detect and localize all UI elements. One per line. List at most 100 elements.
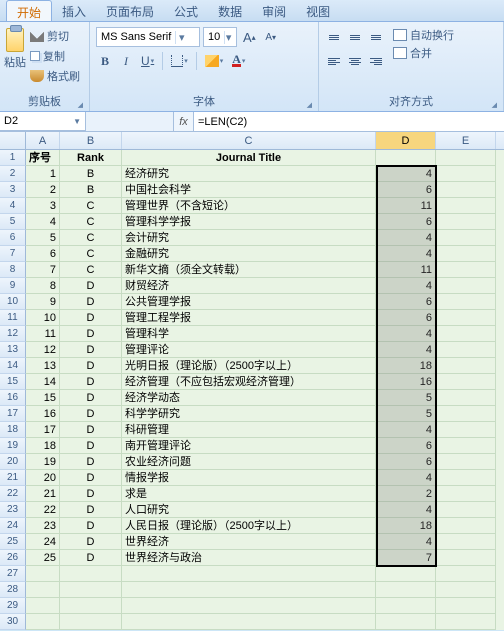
cell[interactable] <box>60 566 122 582</box>
decrease-font-button[interactable]: A▾ <box>262 27 280 47</box>
cell[interactable]: 南开管理评论 <box>122 438 376 454</box>
cell[interactable]: 经济研究 <box>122 166 376 182</box>
cell[interactable]: 4 <box>376 246 436 262</box>
cell[interactable]: 11 <box>376 198 436 214</box>
cell[interactable]: 金融研究 <box>122 246 376 262</box>
row-header[interactable]: 15 <box>0 374 26 390</box>
cell[interactable]: Journal Title <box>122 150 376 166</box>
cell[interactable]: 6 <box>376 454 436 470</box>
row-header[interactable]: 26 <box>0 550 26 566</box>
cell[interactable]: 5 <box>376 390 436 406</box>
row-header[interactable]: 20 <box>0 454 26 470</box>
cell[interactable]: 4 <box>376 502 436 518</box>
cell[interactable] <box>122 566 376 582</box>
cell[interactable]: D <box>60 358 122 374</box>
cell[interactable]: D <box>60 550 122 566</box>
cell[interactable]: 11 <box>26 326 60 342</box>
cell[interactable]: 23 <box>26 518 60 534</box>
row-header[interactable]: 23 <box>0 502 26 518</box>
cell[interactable]: 2 <box>376 486 436 502</box>
font-color-button[interactable]: A▾ <box>229 51 248 71</box>
cell[interactable]: D <box>60 326 122 342</box>
cell[interactable] <box>436 502 496 518</box>
tab-insert[interactable]: 插入 <box>52 0 96 21</box>
name-box[interactable]: D2▼ <box>0 112 86 131</box>
cell[interactable] <box>122 582 376 598</box>
row-header[interactable]: 8 <box>0 262 26 278</box>
cell[interactable]: 2 <box>26 182 60 198</box>
paste-button[interactable]: 粘贴 <box>4 54 26 70</box>
align-left-button[interactable] <box>325 51 343 71</box>
cell[interactable]: 6 <box>26 246 60 262</box>
row-header[interactable]: 10 <box>0 294 26 310</box>
cell[interactable] <box>436 198 496 214</box>
row-header[interactable]: 19 <box>0 438 26 454</box>
cell[interactable]: 13 <box>26 358 60 374</box>
cell[interactable]: 18 <box>376 518 436 534</box>
cell[interactable] <box>436 550 496 566</box>
col-header-a[interactable]: A <box>26 132 60 149</box>
cell[interactable]: 20 <box>26 470 60 486</box>
font-size-combo[interactable]: 10▾ <box>203 27 237 47</box>
cell[interactable] <box>436 374 496 390</box>
cell[interactable]: 情报学报 <box>122 470 376 486</box>
cell[interactable]: 16 <box>376 374 436 390</box>
cell[interactable] <box>60 598 122 614</box>
row-header[interactable]: 22 <box>0 486 26 502</box>
cell[interactable]: D <box>60 406 122 422</box>
underline-button[interactable]: U▾ <box>138 51 157 71</box>
cell[interactable] <box>436 598 496 614</box>
cell[interactable]: C <box>60 246 122 262</box>
cell[interactable] <box>436 582 496 598</box>
cell[interactable]: 求是 <box>122 486 376 502</box>
cell[interactable]: 4 <box>26 214 60 230</box>
cell[interactable] <box>376 614 436 630</box>
cell[interactable]: 财贸经济 <box>122 278 376 294</box>
cell[interactable]: 新华文摘（须全文转载） <box>122 262 376 278</box>
cell[interactable] <box>122 614 376 630</box>
cell[interactable] <box>436 150 496 166</box>
cell[interactable]: 7 <box>26 262 60 278</box>
cell[interactable] <box>436 326 496 342</box>
merge-button[interactable]: 合并 <box>393 45 454 61</box>
cell[interactable]: 15 <box>26 390 60 406</box>
cell[interactable]: 7 <box>376 550 436 566</box>
cell[interactable]: 24 <box>26 534 60 550</box>
cell[interactable]: 22 <box>26 502 60 518</box>
cell[interactable]: B <box>60 182 122 198</box>
cell[interactable]: 管理工程学报 <box>122 310 376 326</box>
cell[interactable] <box>436 278 496 294</box>
cell[interactable]: D <box>60 374 122 390</box>
bold-button[interactable]: B <box>96 51 114 71</box>
font-name-combo[interactable]: MS Sans Serif▾ <box>96 27 200 47</box>
row-header[interactable]: 7 <box>0 246 26 262</box>
cell[interactable]: D <box>60 422 122 438</box>
cell[interactable]: 18 <box>26 438 60 454</box>
row-header[interactable]: 13 <box>0 342 26 358</box>
cell[interactable]: C <box>60 214 122 230</box>
cell[interactable] <box>376 566 436 582</box>
cell[interactable]: 6 <box>376 310 436 326</box>
cell[interactable] <box>26 598 60 614</box>
cell[interactable] <box>60 582 122 598</box>
cell[interactable]: 11 <box>376 262 436 278</box>
cell[interactable] <box>436 294 496 310</box>
cell[interactable]: 10 <box>26 310 60 326</box>
cell[interactable]: 管理评论 <box>122 342 376 358</box>
cell[interactable]: 4 <box>376 534 436 550</box>
col-header-c[interactable]: C <box>122 132 376 149</box>
cell[interactable] <box>376 582 436 598</box>
format-painter-button[interactable]: 格式刷 <box>28 67 82 85</box>
row-header[interactable]: 29 <box>0 598 26 614</box>
cell[interactable] <box>436 214 496 230</box>
cell[interactable] <box>122 598 376 614</box>
cell[interactable]: 5 <box>26 230 60 246</box>
cell[interactable]: D <box>60 486 122 502</box>
cell[interactable]: 科研管理 <box>122 422 376 438</box>
cell[interactable]: D <box>60 518 122 534</box>
align-right-button[interactable] <box>367 51 385 71</box>
cell[interactable] <box>436 182 496 198</box>
row-header[interactable]: 12 <box>0 326 26 342</box>
cell[interactable] <box>436 310 496 326</box>
cell[interactable] <box>60 614 122 630</box>
